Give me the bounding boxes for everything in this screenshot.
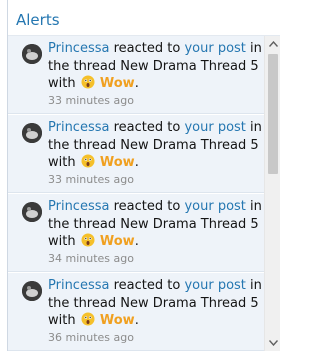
alert-reaction-label: Wow: [99, 313, 135, 328]
alert-action: reacted to: [113, 199, 181, 214]
avatar[interactable]: [22, 123, 42, 143]
alert-time: 33 minutes ago: [48, 93, 134, 107]
alert-thread-link[interactable]: New Drama Thread 5: [120, 138, 258, 153]
alert-thread-link[interactable]: New Drama Thread 5: [120, 59, 258, 74]
alert-item[interactable]: Princessa reacted to your post in the th…: [8, 194, 265, 272]
wow-emoji-icon: [81, 75, 95, 89]
alert-time: 34 minutes ago: [48, 251, 134, 265]
alerts-list: Princessa reacted to your post in the th…: [8, 36, 265, 351]
alerts-popup: Alerts Princessa reacted to your post in…: [7, 0, 280, 351]
alert-end: .: [134, 234, 139, 249]
alert-end: .: [134, 155, 139, 170]
wow-emoji-icon: [81, 233, 95, 247]
alert-thread-link[interactable]: New Drama Thread 5: [120, 217, 258, 232]
alert-end: .: [134, 313, 139, 328]
alert-text: Princessa reacted to your post in the th…: [48, 277, 268, 330]
alert-user-link[interactable]: Princessa: [48, 120, 109, 135]
alert-end: .: [134, 76, 139, 91]
alert-item[interactable]: Princessa reacted to your post in the th…: [8, 115, 265, 193]
alert-item[interactable]: Princessa reacted to your post in the th…: [8, 273, 265, 351]
scrollbar-thumb[interactable]: [268, 54, 278, 174]
alert-action: reacted to: [113, 41, 181, 56]
alert-time: 36 minutes ago: [48, 330, 134, 344]
alert-text: Princessa reacted to your post in the th…: [48, 198, 268, 251]
chevron-up-icon[interactable]: [265, 36, 280, 52]
wow-emoji-icon: [81, 312, 95, 326]
alert-with: with: [48, 76, 76, 91]
alert-user-link[interactable]: Princessa: [48, 41, 109, 56]
avatar[interactable]: [22, 44, 42, 64]
alert-with: with: [48, 313, 76, 328]
alert-post-link[interactable]: your post: [184, 278, 245, 293]
alert-action: reacted to: [113, 278, 181, 293]
alerts-scrollbar[interactable]: [264, 36, 280, 351]
alert-action: reacted to: [113, 120, 181, 135]
alert-text: Princessa reacted to your post in the th…: [48, 119, 268, 172]
alerts-header: Alerts: [8, 0, 280, 36]
alert-with: with: [48, 234, 76, 249]
alert-user-link[interactable]: Princessa: [48, 199, 109, 214]
alert-reaction-label: Wow: [99, 76, 135, 91]
alert-reaction-label: Wow: [99, 234, 135, 249]
alert-thread-link[interactable]: New Drama Thread 5: [120, 296, 258, 311]
avatar[interactable]: [22, 202, 42, 222]
alert-post-link[interactable]: your post: [184, 120, 245, 135]
alerts-title[interactable]: Alerts: [16, 11, 60, 29]
alert-time: 33 minutes ago: [48, 172, 134, 186]
alert-user-link[interactable]: Princessa: [48, 278, 109, 293]
chevron-down-icon[interactable]: [265, 335, 280, 351]
alert-with: with: [48, 155, 76, 170]
alert-text: Princessa reacted to your post in the th…: [48, 40, 268, 93]
avatar[interactable]: [22, 281, 42, 301]
wow-emoji-icon: [81, 154, 95, 168]
alert-reaction-label: Wow: [99, 155, 135, 170]
alert-post-link[interactable]: your post: [184, 41, 245, 56]
alert-item[interactable]: Princessa reacted to your post in the th…: [8, 36, 265, 114]
alert-post-link[interactable]: your post: [184, 199, 245, 214]
